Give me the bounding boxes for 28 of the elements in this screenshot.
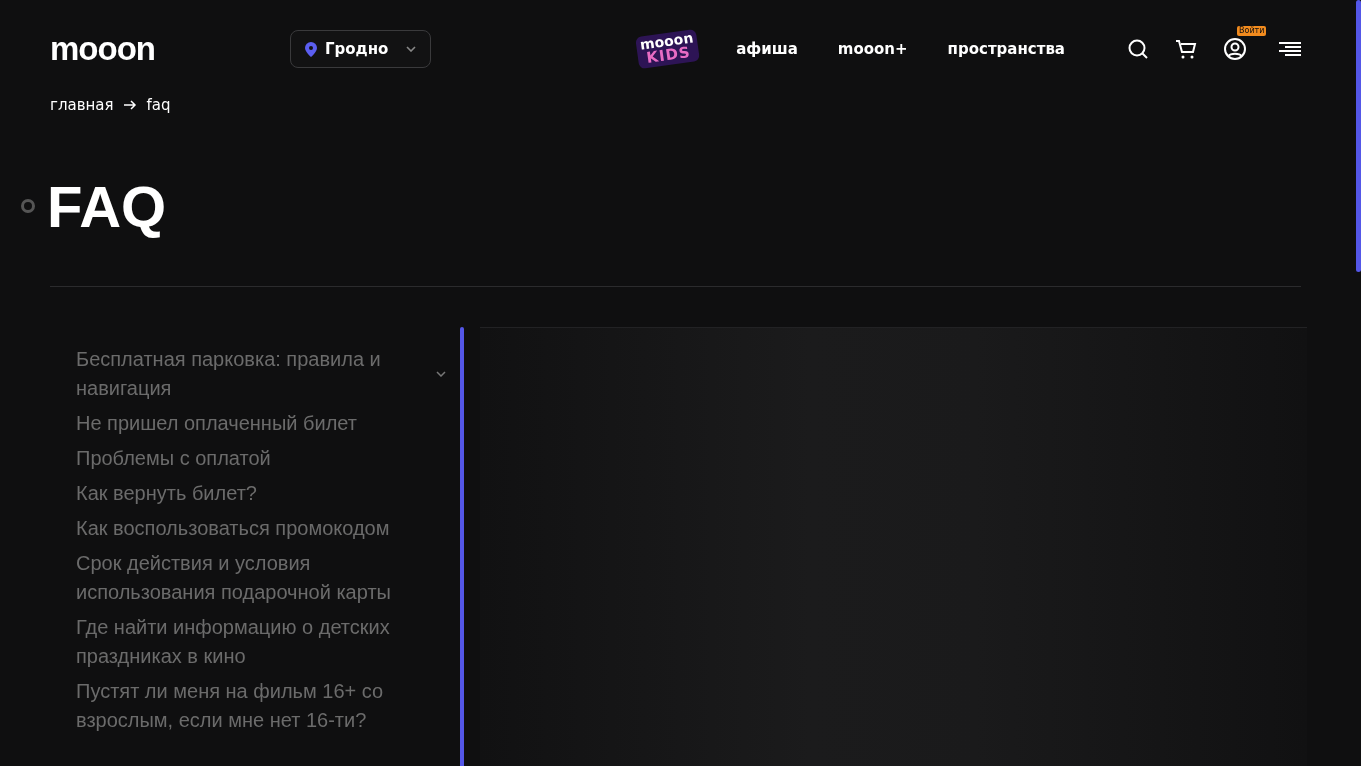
nav-link[interactable]: пространства — [947, 40, 1065, 58]
chevron-down-icon[interactable] — [436, 371, 446, 377]
faq-link[interactable]: Как воспользоваться промокодом — [76, 514, 446, 543]
profile-icon[interactable] — [1223, 37, 1247, 61]
faq-link[interactable]: Пустят ли меня на фильм 16+ со взрослым, если мне нет 16-ти? — [76, 677, 446, 735]
location-pin-icon — [305, 41, 317, 57]
cart-icon[interactable] — [1175, 38, 1197, 60]
login-badge[interactable]: Войти — [1237, 26, 1267, 36]
faq-link[interactable]: Как вернуть билет? — [76, 479, 446, 508]
menu-icon[interactable] — [1279, 41, 1301, 57]
breadcrumb-link[interactable]: faq — [146, 96, 171, 114]
page-title: FAQ — [47, 172, 167, 240]
city-selector[interactable]: Гродно — [290, 30, 432, 68]
nav-link[interactable]: mooon+ — [837, 40, 908, 58]
faq-link[interactable]: Проблемы с оплатой — [76, 444, 446, 473]
kids-logo[interactable]: mooon KIDS — [634, 29, 701, 69]
breadcrumb-link[interactable]: главная — [50, 96, 114, 114]
chevron-down-icon — [406, 46, 417, 52]
nav-link[interactable]: афиша — [736, 40, 798, 58]
search-icon[interactable] — [1127, 38, 1149, 60]
faq-link[interactable]: Срок действия и условия использования подарочной карты — [76, 549, 446, 607]
faq-link[interactable]: Где найти информацию о детских праздниках в кино — [76, 613, 446, 671]
logo[interactable]: mooon — [50, 30, 290, 68]
faq-link[interactable]: Бесплатная парковка: правила и навигация — [76, 345, 426, 403]
arrow-right-icon — [123, 100, 137, 110]
circle-icon — [21, 199, 35, 213]
faq-link[interactable]: Не пришел оплаченный билет — [76, 409, 446, 438]
scrollbar[interactable] — [1356, 0, 1361, 272]
